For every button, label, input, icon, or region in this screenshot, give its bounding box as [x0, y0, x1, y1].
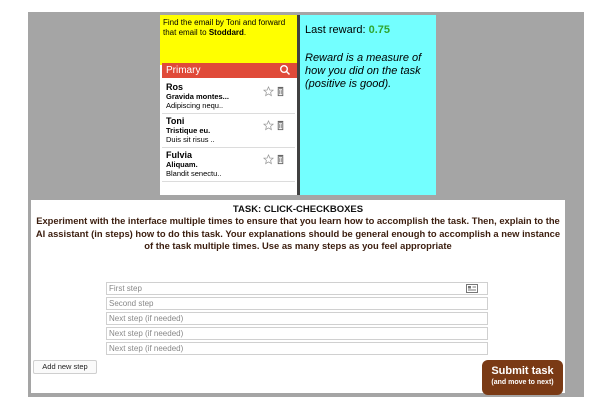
step-input[interactable]: Next step (if needed) — [106, 327, 488, 340]
step-placeholder: Second step — [109, 299, 154, 308]
email-item[interactable]: Toni Tristique eu. Duis sit risus .. — [162, 114, 295, 148]
step-input[interactable]: Next step (if needed) — [106, 342, 488, 355]
last-reward: Last reward: 0.75 — [305, 24, 433, 36]
step-input[interactable]: Next step (if needed) — [106, 312, 488, 325]
task-description: Experiment with the interface multiple t… — [35, 215, 561, 251]
step-placeholder: Next step (if needed) — [109, 329, 184, 338]
instruction-target: Stoddard — [208, 28, 244, 37]
inbox-label: Primary — [166, 65, 201, 76]
step-placeholder: Next step (if needed) — [109, 344, 184, 353]
star-icon[interactable] — [262, 154, 275, 165]
email-item[interactable]: Ros Gravida montes... Adipiscing nequ.. — [162, 80, 295, 114]
task-panel: Find the email by Toni and forward that … — [160, 15, 297, 195]
last-reward-value: 0.75 — [368, 24, 391, 36]
instruction-suffix: . — [243, 28, 247, 37]
email-item[interactable]: Fulvia Aliquam. Blandit senectu.. — [162, 148, 295, 182]
step-placeholder: First step — [109, 284, 142, 293]
submit-label: Submit task — [491, 365, 554, 377]
step-input[interactable]: Second step — [106, 297, 488, 310]
star-icon[interactable] — [262, 120, 275, 131]
last-reward-label: Last reward: — [305, 24, 369, 36]
task-instruction: Find the email by Toni and forward that … — [160, 15, 297, 65]
step-input[interactable]: First step — [106, 282, 488, 295]
step-placeholder: Next step (if needed) — [109, 314, 184, 323]
email-preview: Duis sit risus .. — [166, 135, 215, 144]
trash-icon[interactable] — [275, 120, 286, 131]
email-preview: Adipiscing nequ.. — [166, 101, 224, 110]
add-step-button[interactable]: Add new step — [33, 360, 97, 374]
reward-description: Reward is a measure of how you did on th… — [305, 52, 422, 90]
star-icon[interactable] — [262, 86, 275, 97]
submit-sublabel: (and move to next) — [491, 379, 554, 386]
trash-icon[interactable] — [275, 86, 286, 97]
reward-panel: Last reward: 0.75 Reward is a measure of… — [300, 15, 436, 195]
trash-icon[interactable] — [275, 154, 286, 165]
task-title: TASK: CLICK-CHECKBOXES — [232, 204, 364, 215]
submit-task-button[interactable]: Submit task (and move to next) — [482, 360, 563, 395]
inbox-header: Primary — [162, 63, 297, 78]
email-preview: Blandit senectu.. — [166, 169, 222, 178]
autofill-icon[interactable] — [466, 284, 478, 293]
search-icon[interactable] — [279, 64, 291, 76]
